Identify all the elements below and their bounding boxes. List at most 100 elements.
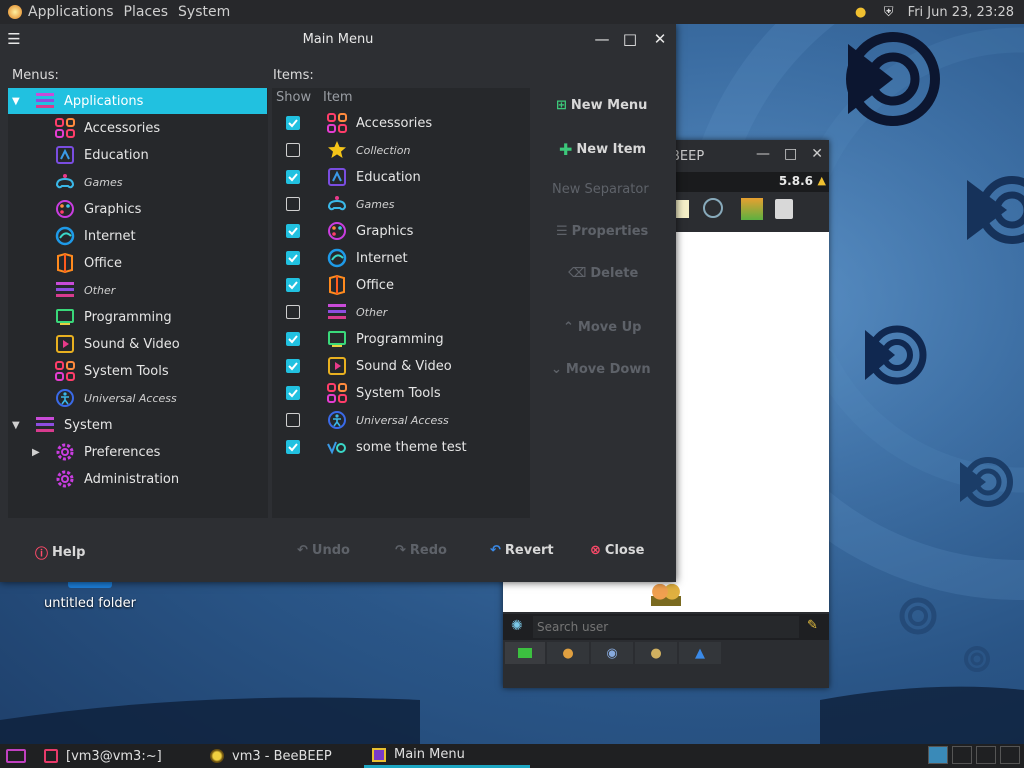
move-up-button[interactable]: ⌃ Move Up	[563, 320, 641, 335]
bee-tray-icon[interactable]: ●	[852, 3, 870, 21]
column-header-item[interactable]: Item	[323, 90, 353, 105]
tab-groups-icon[interactable]: ●	[635, 642, 677, 664]
show-checkbox-checked[interactable]	[286, 440, 300, 454]
close-icon[interactable]: ✕	[650, 30, 670, 48]
tree-item-system[interactable]: ▼ System	[8, 412, 267, 438]
show-checkbox-checked[interactable]	[286, 116, 300, 130]
tree-item-office[interactable]: Office	[8, 250, 267, 276]
item-row-internet[interactable]: Internet	[272, 245, 530, 271]
tree-item-universal-access[interactable]: Universal Access	[8, 385, 267, 411]
show-checkbox-unchecked[interactable]	[286, 143, 300, 157]
show-checkbox-unchecked[interactable]	[286, 305, 300, 319]
tab-files-icon[interactable]: ▲	[679, 642, 721, 664]
hamburger-icon[interactable]: ☰	[4, 30, 24, 48]
chevron-down-icon: ⌄	[551, 362, 562, 377]
workspace-3[interactable]	[976, 746, 996, 764]
show-checkbox-checked[interactable]	[286, 278, 300, 292]
tree-item-education[interactable]: Education	[8, 142, 267, 168]
tree-item-graphics[interactable]: Graphics	[8, 196, 267, 222]
delete-button[interactable]: ⌫ Delete	[568, 266, 638, 281]
tree-item-programming[interactable]: Programming	[8, 304, 267, 330]
task-label: [vm3@vm3:~]	[66, 748, 162, 764]
maximize-icon[interactable]: □	[784, 146, 797, 162]
show-checkbox-checked[interactable]	[286, 332, 300, 346]
item-row-games[interactable]: Games	[272, 191, 530, 217]
show-checkbox-checked[interactable]	[286, 224, 300, 238]
show-checkbox-checked[interactable]	[286, 251, 300, 265]
close-button[interactable]: ⊗ Close	[590, 543, 644, 558]
properties-button[interactable]: ☰ Properties	[556, 224, 648, 239]
main-menu-titlebar[interactable]: ☰ Main Menu — □ ✕	[0, 24, 676, 54]
tree-item-accessories[interactable]: Accessories	[8, 115, 267, 141]
minimize-icon[interactable]: —	[592, 30, 612, 48]
item-row-other[interactable]: Other	[272, 299, 530, 325]
trash-icon[interactable]	[775, 199, 793, 219]
show-checkbox-checked[interactable]	[286, 386, 300, 400]
minimize-icon[interactable]: —	[756, 146, 770, 162]
task-main-menu[interactable]: Main Menu	[364, 744, 530, 768]
column-header-show[interactable]: Show	[276, 90, 311, 105]
tab-chat-icon[interactable]	[505, 642, 545, 664]
redo-button[interactable]: ↷ Redo	[395, 543, 447, 558]
item-row-collection[interactable]: Collection	[272, 137, 530, 163]
tree-item-preferences[interactable]: ▶ Preferences	[8, 439, 267, 465]
new-separator-button[interactable]: New Separator	[552, 182, 649, 197]
show-checkbox-checked[interactable]	[286, 359, 300, 373]
help-button[interactable]: ⓘ Help	[35, 543, 85, 562]
new-menu-button[interactable]: ⊞ New Menu	[556, 98, 647, 113]
settings-icon[interactable]	[703, 198, 723, 218]
tab-messages-icon[interactable]: ◉	[591, 642, 633, 664]
show-checkbox-checked[interactable]	[286, 170, 300, 184]
workspace-4[interactable]	[1000, 746, 1020, 764]
shield-icon[interactable]: ⛨	[880, 3, 898, 21]
expander-closed-icon[interactable]: ▶	[32, 447, 46, 458]
desktop-folder[interactable]: untitled folder	[40, 580, 140, 620]
tree-item-system-tools[interactable]: System Tools	[8, 358, 267, 384]
menus-tree[interactable]: ▼ Applications Accessories Education Games Gr…	[8, 88, 268, 518]
download-icon[interactable]	[741, 198, 763, 220]
task-vm3-beebeep[interactable]: vm3 - BeeBEEP	[202, 744, 364, 768]
maximize-icon[interactable]: □	[620, 30, 640, 48]
tree-item-applications[interactable]: ▼ Applications	[8, 88, 267, 114]
theme-test-icon	[326, 436, 348, 458]
tree-item-administration[interactable]: Administration	[8, 466, 267, 492]
workspace-2[interactable]	[952, 746, 972, 764]
close-icon[interactable]: ✕	[811, 146, 823, 162]
item-row-education[interactable]: Education	[272, 164, 530, 190]
top-menu-system[interactable]: System	[178, 4, 230, 20]
search-user-input[interactable]	[533, 616, 799, 638]
revert-button[interactable]: ↶ Revert	[490, 543, 554, 558]
top-menu-places[interactable]: Places	[124, 4, 169, 20]
clear-icon[interactable]: ✎	[807, 618, 818, 633]
gear-icon[interactable]: ✺	[511, 618, 523, 634]
tree-item-other[interactable]: Other	[8, 277, 267, 303]
item-row-office[interactable]: Office	[272, 272, 530, 298]
undo-button[interactable]: ↶ Undo	[297, 543, 350, 558]
tree-item-internet[interactable]: Internet	[8, 223, 267, 249]
item-row-universal-access[interactable]: Universal Access	[272, 407, 530, 433]
item-label: Office	[356, 277, 394, 293]
items-list[interactable]: Show Item Accessories Collection Education…	[272, 88, 530, 518]
top-menu-applications[interactable]: Applications	[28, 4, 114, 20]
item-row-system-tools[interactable]: System Tools	[272, 380, 530, 406]
item-row-programming[interactable]: Programming	[272, 326, 530, 352]
show-checkbox-unchecked[interactable]	[286, 413, 300, 427]
workspace-1[interactable]	[928, 746, 948, 764]
show-checkbox-unchecked[interactable]	[286, 197, 300, 211]
move-down-button[interactable]: ⌄ Move Down	[551, 362, 651, 377]
clock[interactable]: Fri Jun 23, 23:28	[908, 5, 1014, 20]
expander-open-icon[interactable]: ▼	[12, 96, 26, 107]
tree-item-games[interactable]: Games	[8, 169, 267, 195]
new-item-button[interactable]: ✚ New Item	[559, 140, 646, 159]
item-label: Internet	[356, 250, 408, 266]
tree-item-sound-video[interactable]: Sound & Video	[8, 331, 267, 357]
item-row-accessories[interactable]: Accessories	[272, 110, 530, 136]
item-row-sound-video[interactable]: Sound & Video	[272, 353, 530, 379]
show-desktop-icon[interactable]	[6, 749, 26, 763]
tab-users-icon[interactable]: ●	[547, 642, 589, 664]
task-vm3-vm3[interactable]: [vm3@vm3:~]	[36, 744, 202, 768]
distro-logo-icon[interactable]	[8, 5, 22, 19]
expander-open-icon[interactable]: ▼	[12, 420, 26, 431]
item-row-some-theme-test[interactable]: some theme test	[272, 434, 530, 460]
item-row-graphics[interactable]: Graphics	[272, 218, 530, 244]
